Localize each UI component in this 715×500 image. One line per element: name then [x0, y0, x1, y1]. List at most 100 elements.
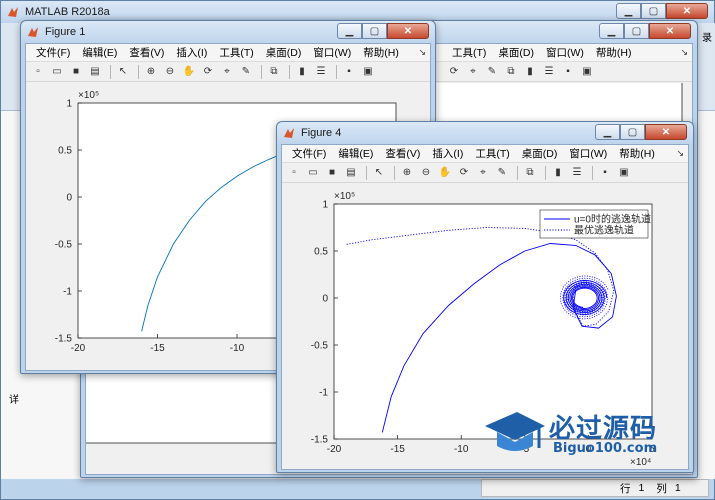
figure1-menu-4[interactable]: 工具(T)	[213, 45, 259, 60]
link-icon[interactable]: ⧉	[522, 165, 538, 181]
figure4-menu-dock-arrow[interactable]: ↘	[676, 148, 688, 159]
legend-icon[interactable]: ☰	[569, 165, 585, 181]
figure1-menu-0[interactable]: 文件(F)	[30, 45, 76, 60]
toolbar-separator	[545, 165, 546, 180]
data-cursor-icon[interactable]: ⌖	[475, 165, 491, 181]
hide-plot-tools-icon[interactable]: ▪	[341, 64, 357, 80]
brush-icon[interactable]: ✎	[484, 64, 500, 80]
figure1-minimize-button[interactable]: ▁	[337, 23, 362, 39]
toolbar-separator	[592, 165, 593, 180]
matlab-title: MATLAB R2018a	[25, 6, 110, 18]
figure4-close-button[interactable]: ✕	[645, 124, 687, 140]
figure4-window-controls: ▁ ▢ ✕	[595, 124, 687, 140]
legend-icon[interactable]: ☰	[541, 64, 557, 80]
left-edge-label: 详	[9, 395, 19, 406]
figure4-menu-5[interactable]: 桌面(D)	[516, 146, 564, 161]
x-tick-label: -20	[327, 444, 342, 455]
legend-icon[interactable]: ☰	[313, 64, 329, 80]
y-tick-label: 1	[322, 200, 328, 211]
zoom-out-icon[interactable]: ⊖	[418, 165, 434, 181]
colorbar-icon[interactable]: ▮	[522, 64, 538, 80]
figure4-menu-6[interactable]: 窗口(W)	[563, 146, 613, 161]
figure4-maximize-button[interactable]: ▢	[620, 124, 645, 140]
link-icon[interactable]: ⧉	[266, 64, 282, 80]
save-icon[interactable]: ■	[324, 165, 340, 181]
open-file-icon[interactable]: ▭	[305, 165, 321, 181]
behind-menu-help[interactable]: 帮助(H)	[590, 45, 638, 60]
maximize-button[interactable]: ▢	[641, 3, 666, 19]
behind-window-controls: ▁ ▢ ✕	[599, 23, 691, 39]
show-plot-tools-icon[interactable]: ▣	[579, 64, 595, 80]
new-figure-icon[interactable]: ▫	[286, 165, 302, 181]
zoom-out-icon[interactable]: ⊖	[162, 64, 178, 80]
brush-icon[interactable]: ✎	[238, 64, 254, 80]
figure1-menu-7[interactable]: 帮助(H)	[357, 45, 405, 60]
show-plot-tools-icon[interactable]: ▣	[616, 165, 632, 181]
print-icon[interactable]: ▤	[87, 64, 103, 80]
hide-plot-tools-icon[interactable]: ▪	[597, 165, 613, 181]
new-figure-icon[interactable]: ▫	[30, 64, 46, 80]
close-button[interactable]: ✕	[666, 3, 708, 19]
figure4-menu-2[interactable]: 查看(V)	[379, 146, 426, 161]
figure1-menu-5[interactable]: 桌面(D)	[260, 45, 308, 60]
toolbar-separator	[366, 165, 367, 180]
rotate-icon[interactable]: ⟳	[446, 64, 462, 80]
link-icon[interactable]: ⧉	[503, 64, 519, 80]
behind-menu-tools[interactable]: 工具(T)	[446, 45, 492, 60]
figure1-maximize-button[interactable]: ▢	[362, 23, 387, 39]
zoom-in-icon[interactable]: ⊕	[143, 64, 159, 80]
behind-close-button[interactable]: ✕	[649, 23, 691, 39]
minimize-button[interactable]: ▁	[616, 3, 641, 19]
figure1-menubar: 文件(F) 编辑(E) 查看(V) 插入(I) 工具(T) 桌面(D) 窗口(W) 帮助(H)…	[26, 44, 430, 62]
zoom-in-icon[interactable]: ⊕	[399, 165, 415, 181]
figure1-menu-6[interactable]: 窗口(W)	[307, 45, 357, 60]
plot-area	[333, 203, 653, 440]
status-bar: 行 1 列 1	[481, 479, 709, 497]
pointer-icon[interactable]: ↖	[371, 165, 387, 181]
x-tick-label: -10	[230, 343, 245, 354]
legend-label: u=0时的逃逸轨道	[574, 213, 651, 226]
figure1-menu-dock-arrow[interactable]: ↘	[418, 47, 430, 58]
brush-icon[interactable]: ✎	[494, 165, 510, 181]
figure1-close-button[interactable]: ✕	[387, 23, 429, 39]
figure4-menu-3[interactable]: 插入(I)	[426, 146, 469, 161]
data-cursor-icon[interactable]: ⌖	[465, 64, 481, 80]
behind-menu-desktop[interactable]: 桌面(D)	[492, 45, 540, 60]
row-label: 行	[620, 482, 631, 495]
figure-icon	[28, 27, 38, 37]
figure4-menu-0[interactable]: 文件(F)	[286, 146, 332, 161]
figure4-menu-7[interactable]: 帮助(H)	[613, 146, 661, 161]
print-icon[interactable]: ▤	[343, 165, 359, 181]
rotate-icon[interactable]: ⟳	[200, 64, 216, 80]
watermark-main-text: 必过源码	[549, 414, 658, 444]
figure4-menu-4[interactable]: 工具(T)	[469, 146, 515, 161]
hide-plot-tools-icon[interactable]: ▪	[560, 64, 576, 80]
toolbar-separator	[261, 64, 262, 79]
behind-minimize-button[interactable]: ▁	[599, 23, 624, 39]
figure4-title: Figure 4	[301, 127, 342, 139]
figure1-menu-2[interactable]: 查看(V)	[123, 45, 170, 60]
show-plot-tools-icon[interactable]: ▣	[360, 64, 376, 80]
behind-menu-dock-arrow[interactable]: ↘	[680, 47, 692, 58]
row-value: 1	[638, 482, 645, 494]
data-cursor-icon[interactable]: ⌖	[219, 64, 235, 80]
save-icon[interactable]: ■	[68, 64, 84, 80]
figure1-menu-3[interactable]: 插入(I)	[170, 45, 213, 60]
pan-icon[interactable]: ✋	[181, 64, 197, 80]
open-file-icon[interactable]: ▭	[49, 64, 65, 80]
figure4-menu-1[interactable]: 编辑(E)	[332, 146, 379, 161]
toolbar-separator	[517, 165, 518, 180]
colorbar-icon[interactable]: ▮	[294, 64, 310, 80]
behind-menu-window[interactable]: 窗口(W)	[540, 45, 590, 60]
y-tick-label: -1.5	[311, 435, 329, 446]
pointer-icon[interactable]: ↖	[115, 64, 131, 80]
figure1-window-controls: ▁ ▢ ✕	[337, 23, 429, 39]
figure1-menu-1[interactable]: 编辑(E)	[76, 45, 123, 60]
pan-icon[interactable]: ✋	[437, 165, 453, 181]
rotate-icon[interactable]: ⟳	[456, 165, 472, 181]
figure-icon	[284, 128, 294, 138]
y-tick-label: -0.5	[311, 341, 329, 352]
figure4-minimize-button[interactable]: ▁	[595, 124, 620, 140]
colorbar-icon[interactable]: ▮	[550, 165, 566, 181]
behind-maximize-button[interactable]: ▢	[624, 23, 649, 39]
